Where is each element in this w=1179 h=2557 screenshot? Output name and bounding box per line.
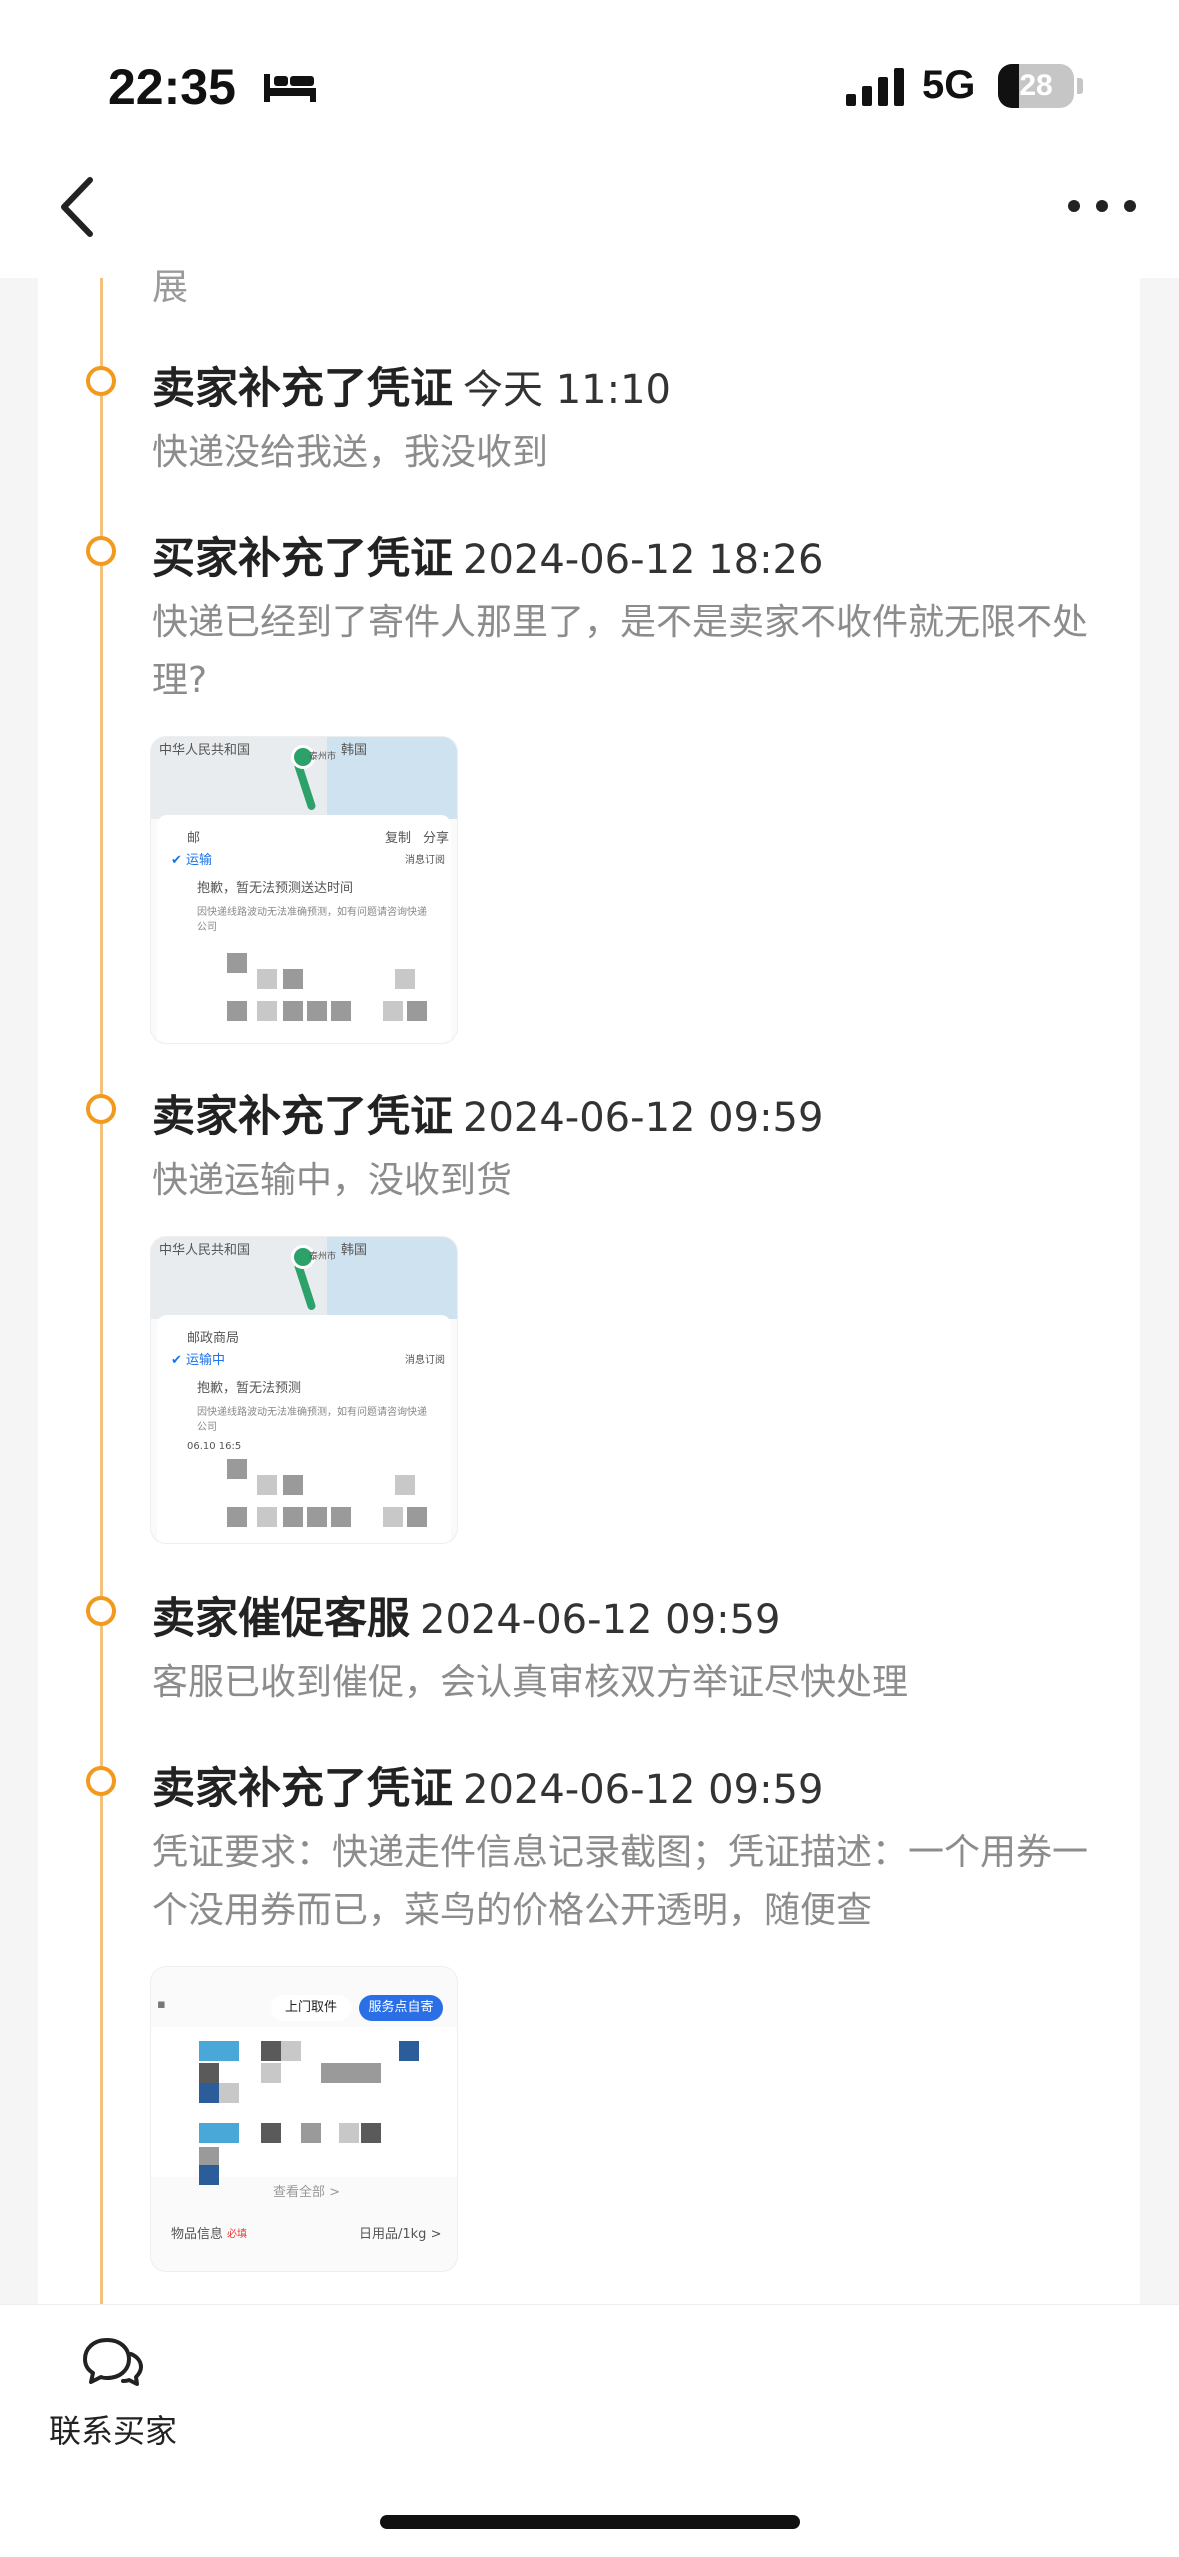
- map-preview: 中华人民共和国 韩国 泰州市: [151, 737, 457, 819]
- network-type: 5G: [922, 63, 976, 107]
- more-options-icon[interactable]: [1062, 186, 1142, 226]
- timeline-dot: [86, 1766, 116, 1796]
- event-title: 卖家催促客服 2024-06-12 09:59: [152, 1584, 780, 1646]
- evidence-image[interactable]: 中华人民共和国 韩国 泰州市 邮政商局 ✔ 运输中 消息订阅 抱歉，暂无法预测 …: [150, 1236, 458, 1544]
- event-description: 凭证要求：快递走件信息记录截图；凭证描述：一个用券一个没用券而已，菜鸟的价格公开…: [152, 1832, 1089, 1931]
- event-title-text: 卖家补充了凭证: [152, 1764, 453, 1814]
- status-bar: 22:35 5G 28: [0, 0, 1179, 170]
- notice-title: 抱歉，暂无法预测: [197, 1381, 302, 1396]
- status-label: ✔ 运输: [171, 853, 213, 868]
- blurred-header: ▪: [157, 1997, 166, 2012]
- item-info-value: 日用品/1kg >: [359, 2227, 442, 2242]
- timeline-dot: [86, 366, 116, 396]
- map-label: 韩国: [341, 743, 368, 758]
- event-title: 卖家补充了凭证 今天 11:10: [152, 354, 671, 416]
- contact-buyer-label: 联系买家: [48, 2412, 177, 2450]
- event-title-text: 卖家补充了凭证: [152, 1092, 453, 1142]
- status-text: 运输中: [186, 1353, 226, 1368]
- copy-link: 复制: [385, 831, 412, 846]
- tab-self-dropoff: 服务点自寄: [359, 1995, 443, 2021]
- status-label: ✔ 运输中: [171, 1353, 226, 1368]
- chat-bubbles-icon: [83, 2338, 143, 2386]
- event-time: 2024-06-12 18:26: [463, 537, 824, 583]
- tracking-panel: 邮政商局 ✔ 运输中 消息订阅 抱歉，暂无法预测 因快递线路波动无法准确预测，如…: [157, 1315, 451, 1543]
- evidence-image[interactable]: 中华人民共和国 韩国 泰州市 邮 复制 分享 ✔ 运输 消息订阅 抱歉，暂无法预…: [150, 736, 458, 1044]
- required-badge: 必填: [227, 2229, 247, 2240]
- partial-text: 展: [152, 267, 189, 308]
- battery-level: 28: [1019, 69, 1053, 102]
- event-title-text: 卖家补充了凭证: [152, 364, 453, 414]
- battery-tip: [1077, 78, 1083, 94]
- carrier-name: 邮: [187, 831, 201, 846]
- timeline-dot: [86, 1094, 116, 1124]
- timeline-dot: [86, 1596, 116, 1626]
- item-info-label: 物品信息: [171, 2227, 224, 2242]
- event-description: 客服已收到催促，会认真审核双方举证尽快处理: [152, 1662, 909, 1703]
- tracking-panel: 邮 复制 分享 ✔ 运输 消息订阅 抱歉，暂无法预测送达时间 因快递线路波动无法…: [157, 815, 451, 1043]
- map-label: 中华人民共和国: [159, 743, 251, 758]
- map-label: 韩国: [341, 1243, 368, 1258]
- event-description: 快递没给我送，我没收到: [152, 432, 549, 473]
- map-city-label: 泰州市: [309, 752, 337, 762]
- event-time: 今天 11:10: [463, 367, 671, 413]
- event-title: 买家补充了凭证 2024-06-12 18:26: [152, 524, 823, 586]
- back-chevron-icon[interactable]: [48, 172, 108, 242]
- status-text: 运输: [186, 853, 213, 868]
- event-description: 快递运输中，没收到货: [152, 1160, 513, 1201]
- evidence-image[interactable]: ▪ 上门取件 服务点自寄 查看全部 > 物品信息 必填 日用品/1kg >: [150, 1966, 458, 2272]
- map-preview: 中华人民共和国 韩国 泰州市: [151, 1237, 457, 1319]
- battery-icon: 28: [998, 64, 1074, 108]
- notice-title: 抱歉，暂无法预测送达时间: [197, 881, 354, 896]
- timeline-line: [100, 278, 103, 2304]
- tab-home-pickup: 上门取件: [271, 1995, 351, 2021]
- event-title: 卖家补充了凭证 2024-06-12 09:59: [152, 1754, 823, 1816]
- home-indicator[interactable]: [380, 2515, 800, 2529]
- notice-body: 因快递线路波动无法准确预测，如有问题请咨询快递公司: [197, 1407, 427, 1433]
- pixelated-region: [157, 941, 451, 1041]
- status-time: 22:35: [108, 59, 236, 115]
- tracking-date: 06.10 16:5: [187, 1441, 242, 1452]
- timeline-dot: [86, 536, 116, 566]
- sleep-focus-icon: [264, 74, 316, 102]
- event-title-text: 买家补充了凭证: [152, 534, 453, 584]
- event-description: 快递已经到了寄件人那里了，是不是卖家不收件就无限不处理?: [152, 602, 1089, 701]
- event-time: 2024-06-12 09:59: [420, 1597, 781, 1643]
- subscribe-link: 消息订阅: [405, 855, 445, 866]
- contact-buyer-button[interactable]: 联系买家: [48, 2336, 178, 2456]
- event-title: 卖家补充了凭证 2024-06-12 09:59: [152, 1082, 823, 1144]
- subscribe-link: 消息订阅: [405, 1355, 445, 1366]
- carrier-name: 邮政商局: [187, 1331, 240, 1346]
- event-title-text: 卖家催促客服: [152, 1594, 410, 1644]
- event-time: 2024-06-12 09:59: [463, 1767, 824, 1813]
- map-city-label: 泰州市: [309, 1252, 337, 1262]
- view-all-link: 查看全部 >: [273, 2185, 341, 2200]
- cellular-signal-icon: [846, 68, 904, 106]
- notice-body: 因快递线路波动无法准确预测，如有问题请咨询快递公司: [197, 907, 427, 933]
- map-label: 中华人民共和国: [159, 1243, 251, 1258]
- share-link: 分享: [423, 831, 450, 846]
- pixelated-region: [157, 1455, 451, 1543]
- event-time: 2024-06-12 09:59: [463, 1095, 824, 1141]
